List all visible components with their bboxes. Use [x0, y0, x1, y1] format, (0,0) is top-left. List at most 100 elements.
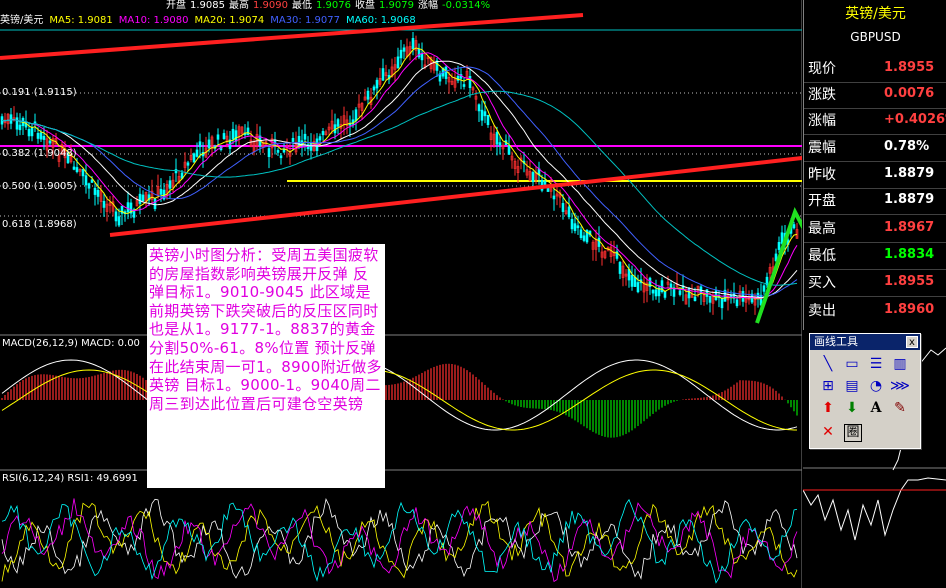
- quote-label: 涨跌: [808, 87, 836, 103]
- parallel-tool-icon[interactable]: ☰: [866, 354, 886, 374]
- fib-label-500: 0.500 (1.9005): [2, 181, 77, 192]
- toolbox-title: 画线工具: [814, 335, 858, 348]
- candle-body: [318, 136, 322, 141]
- candle-body: [75, 167, 79, 173]
- quote-label: 最高: [808, 221, 836, 237]
- candle-body: [222, 133, 226, 140]
- cycle-tool-icon[interactable]: ▤: [842, 376, 862, 396]
- down-arrow-icon[interactable]: ⬇: [842, 398, 862, 418]
- ma20-label: MA20: 1.9074: [194, 15, 265, 26]
- candle-body: [81, 168, 85, 177]
- candle-body: [246, 127, 250, 136]
- candle-body: [579, 229, 583, 238]
- candle-body: [102, 201, 106, 208]
- candle-body: [198, 141, 202, 148]
- quote-label: 震幅: [808, 140, 836, 156]
- quote-value: 0.0076: [884, 86, 935, 101]
- candle-body: [291, 138, 295, 142]
- candle-body: [153, 198, 157, 210]
- candle-body: [693, 296, 697, 302]
- candle-body: [231, 128, 235, 140]
- quote-value: 1.8879: [884, 166, 935, 181]
- candle-body: [561, 203, 565, 212]
- candle-body: [138, 193, 142, 204]
- candle-body: [366, 90, 370, 100]
- quote-value: +0.4026%: [884, 112, 946, 127]
- candle-body: [336, 119, 340, 127]
- fib-label-191: 0.191 (1.9115): [2, 87, 77, 98]
- text-tool-icon[interactable]: A: [866, 398, 886, 418]
- fib-label-618: 0.618 (1.8968): [2, 219, 77, 230]
- fib-tool-icon[interactable]: ⊞: [818, 376, 838, 396]
- eraser-icon[interactable]: ✎: [890, 398, 910, 418]
- circle-tool-icon[interactable]: 圈: [844, 424, 862, 442]
- ma30-label: MA30: 1.9077: [270, 15, 340, 26]
- candle-body: [87, 183, 91, 189]
- open-label: 开盘: [166, 0, 186, 11]
- candle-body: [9, 114, 13, 124]
- ma-line: [1, 60, 798, 299]
- panel-title: 英镑/美元: [845, 6, 906, 22]
- quote-label: 最低: [808, 248, 836, 264]
- lower-trend-line: [109, 156, 802, 237]
- candle-body: [42, 135, 46, 140]
- candle-body: [36, 132, 40, 139]
- quote-value: 1.8955: [884, 274, 935, 289]
- candle-body: [552, 195, 556, 200]
- candle-body: [687, 287, 691, 299]
- quote-label: 涨幅: [808, 113, 836, 129]
- fan-tool-icon[interactable]: ⋙: [890, 376, 910, 396]
- quote-row: 现价 1.8955: [804, 58, 946, 80]
- candle-body: [543, 181, 547, 185]
- delete-icon[interactable]: ✕: [818, 422, 838, 442]
- high-value: 1.9090: [253, 0, 288, 11]
- ma-line: [1, 52, 798, 299]
- price-chart[interactable]: [0, 0, 802, 588]
- candle-body: [399, 49, 403, 59]
- fib-label-382: 0.382 (1.9048): [2, 148, 77, 159]
- rect-tool-icon[interactable]: ▭: [842, 354, 862, 374]
- candle-body: [630, 274, 634, 287]
- candle-body: [267, 148, 271, 157]
- quote-row: 开盘 1.8879: [804, 190, 946, 212]
- ohlc-header: 开盘 1.9085 最高 1.9090 最低 1.9076 收盘 1.9079 涨幅 -0.031…: [0, 0, 802, 12]
- quote-value: 1.8960: [884, 302, 935, 317]
- quote-label: 昨收: [808, 167, 836, 183]
- candle-body: [651, 289, 655, 294]
- line-tool-icon[interactable]: ╲: [818, 354, 838, 374]
- quote-value: 0.78%: [884, 139, 930, 154]
- candle-body: [654, 289, 658, 297]
- candle-body: [597, 237, 601, 247]
- up-arrow-icon[interactable]: ⬆: [818, 398, 838, 418]
- symbol-label: 英镑/美元: [0, 15, 44, 26]
- quote-label: 开盘: [808, 193, 836, 209]
- macd-label: MACD(26,12,9) MACD: 0.00: [2, 338, 140, 349]
- low-label: 最低: [292, 0, 312, 11]
- change-label: 涨幅: [418, 0, 438, 11]
- drawing-toolbox[interactable]: 画线工具 x ╲ ▭ ☰ ▥ ⊞ ▤ ◔ ⋙ ⬆ ⬇ A ✎ ✕ 圈: [809, 333, 921, 449]
- candle-body: [96, 189, 100, 197]
- gann-tool-icon[interactable]: ▥: [890, 354, 910, 374]
- candle-body: [582, 235, 586, 241]
- close-icon[interactable]: x: [906, 336, 918, 348]
- arc-tool-icon[interactable]: ◔: [866, 376, 886, 396]
- quote-row: 买入 1.8955: [804, 272, 946, 294]
- quote-row: 涨幅 +0.4026%: [804, 110, 946, 132]
- candle-body: [633, 276, 637, 287]
- candle-body: [570, 218, 574, 230]
- candle-body: [567, 206, 571, 218]
- candle-body: [372, 86, 376, 91]
- candle-body: [381, 68, 385, 81]
- candle-body: [663, 290, 667, 298]
- open-value: 1.9085: [190, 0, 225, 11]
- candle-body: [531, 172, 535, 183]
- candle-body: [462, 84, 466, 87]
- candle-body: [402, 47, 406, 52]
- quote-row: 最高 1.8967: [804, 218, 946, 240]
- candle-body: [483, 111, 487, 117]
- quote-panel: 英镑/美元 GBPUSD 现价 1.8955 涨跌 0.0076 涨幅 +0.4026% 震…: [803, 0, 946, 330]
- toolbox-header[interactable]: 画线工具 x: [810, 334, 920, 350]
- quote-label: 卖出: [808, 303, 836, 319]
- candle-body: [411, 38, 415, 50]
- candle-body: [498, 142, 502, 146]
